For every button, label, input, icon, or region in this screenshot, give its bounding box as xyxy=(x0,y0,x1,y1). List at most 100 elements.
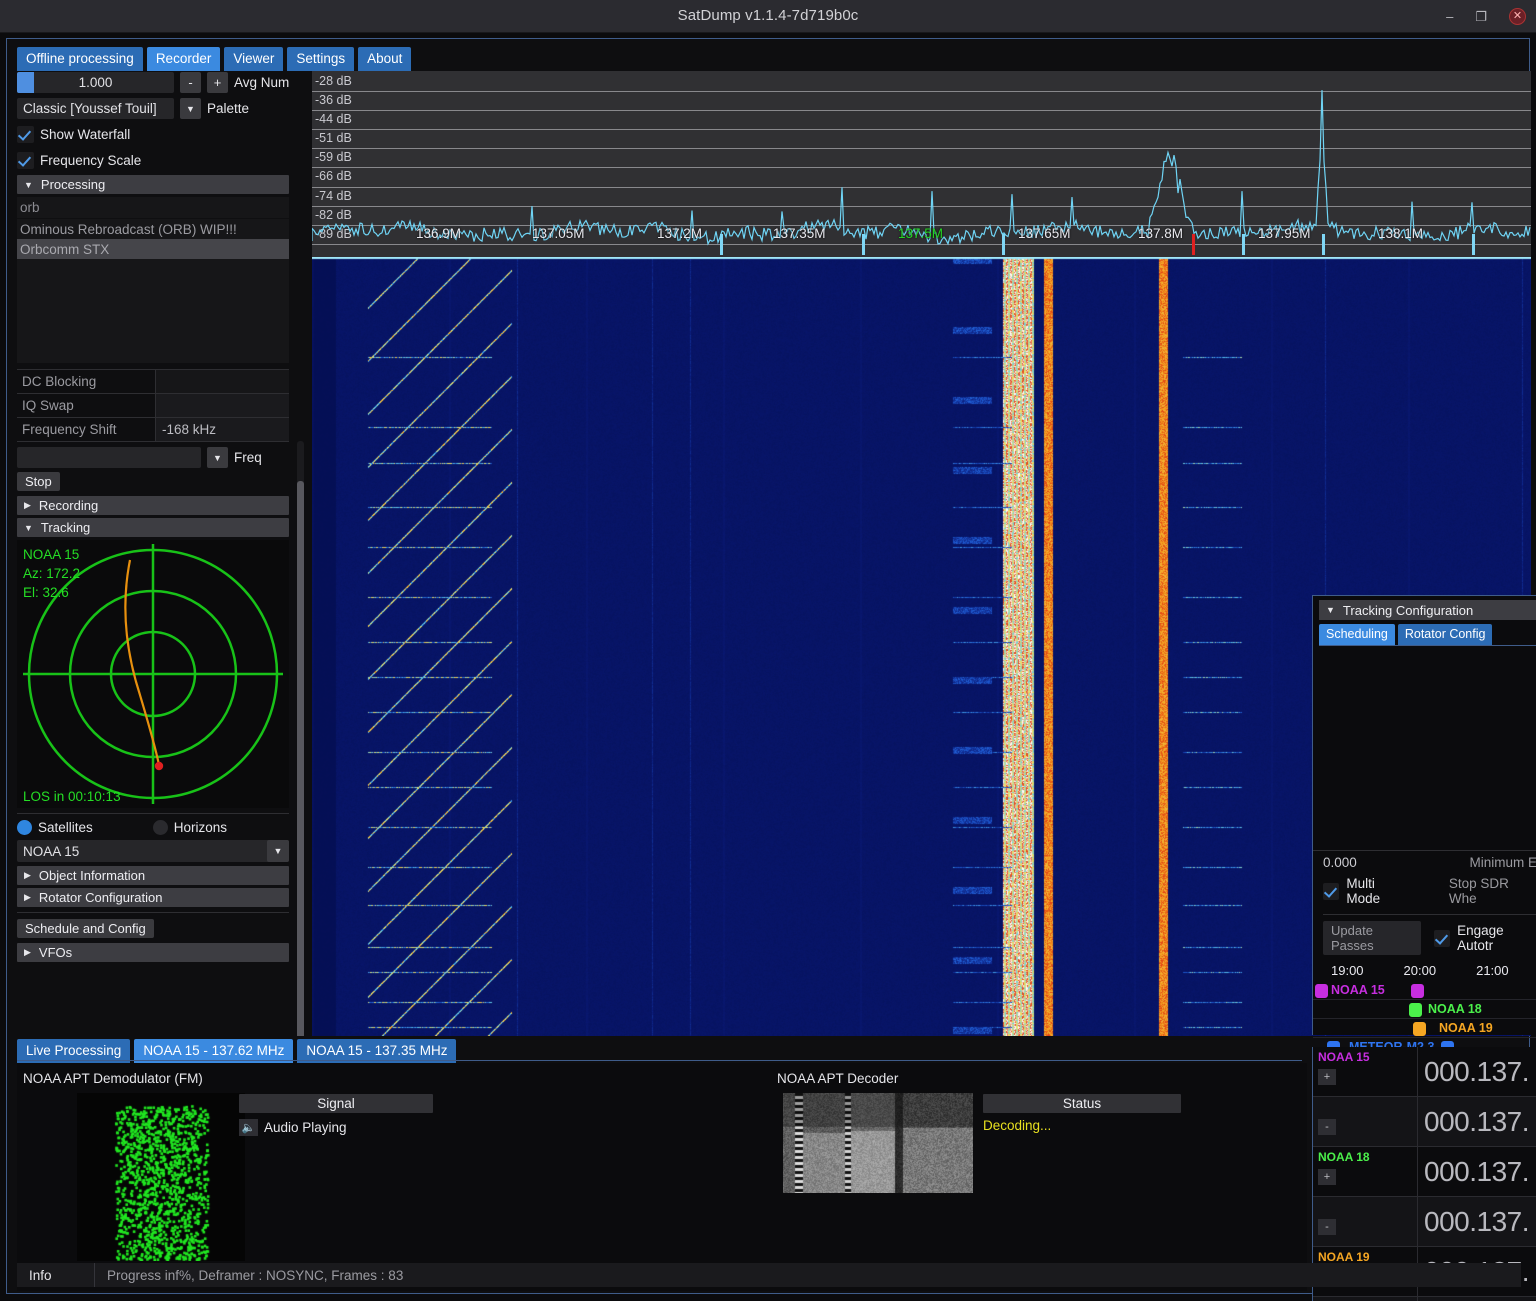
vfo-row[interactable]: -000.137. xyxy=(1313,1297,1536,1301)
vfo-row[interactable]: - 000.137. xyxy=(1313,1097,1536,1147)
speaker-icon[interactable]: 🔈 xyxy=(239,1119,258,1136)
tab-about[interactable]: About xyxy=(358,47,412,71)
vfo-frequency[interactable]: 000.137. xyxy=(1418,1047,1536,1096)
pipeline-filter-input[interactable]: orb xyxy=(17,197,289,219)
engage-autotrack-label: Engage Autotr xyxy=(1457,923,1504,953)
radio-horizons[interactable] xyxy=(152,820,168,835)
vfo-marker[interactable] xyxy=(862,234,865,255)
stop-button[interactable]: Stop xyxy=(17,472,60,491)
frequency-scale-label: Frequency Scale xyxy=(40,153,142,168)
vfo-row[interactable]: NOAA 15 +000.137. xyxy=(1313,1047,1536,1097)
title-bar: SatDump v1.1.4-7d719b0c – ❐ ✕ xyxy=(0,0,1536,33)
update-passes-button[interactable]: Update Passes xyxy=(1323,921,1422,955)
vfo-decrease-button[interactable]: - xyxy=(1318,1219,1336,1235)
vfo-frequency[interactable]: 000.137. xyxy=(1418,1147,1536,1196)
vfo-decrease-button[interactable]: - xyxy=(1318,1119,1336,1135)
show-waterfall-checkbox[interactable] xyxy=(17,126,34,143)
radio-satellites[interactable] xyxy=(17,820,32,835)
signal-button[interactable]: Signal xyxy=(239,1094,433,1113)
fft-spectrum[interactable]: -28 dB -36 dB -44 dB -51 dB -59 dB -66 d… xyxy=(312,71,1531,257)
list-item[interactable]: Ominous Rebroadcast (ORB) WIP!!! xyxy=(17,219,289,239)
processing-header[interactable]: ▼ Processing xyxy=(17,175,289,194)
multi-mode-checkbox[interactable] xyxy=(1323,882,1340,900)
rotator-configuration-header[interactable]: ▶ Rotator Configuration xyxy=(17,888,289,907)
vfo-marker[interactable] xyxy=(720,234,723,255)
vfo-frequency[interactable]: 000.137. xyxy=(1418,1297,1536,1301)
vfo-row[interactable]: - 000.137. xyxy=(1313,1197,1536,1247)
minimize-button[interactable]: – xyxy=(1446,10,1453,23)
freq-select[interactable] xyxy=(17,447,201,468)
tracking-header[interactable]: ▼ Tracking xyxy=(17,518,289,537)
tab-rotator-config[interactable]: Rotator Config xyxy=(1397,624,1493,645)
vfo-frequency[interactable]: 000.137. xyxy=(1418,1197,1536,1246)
vfo-row[interactable]: NOAA 18 +000.137. xyxy=(1313,1147,1536,1197)
frequency-scale-row[interactable]: Frequency Scale xyxy=(17,149,304,172)
pass-row[interactable]: NOAA 19 xyxy=(1313,1019,1536,1038)
minimum-elevation-value[interactable]: 0.000 xyxy=(1323,855,1357,870)
param-value[interactable]: -168 kHz xyxy=(156,418,289,441)
vfo-marker[interactable] xyxy=(1002,234,1005,255)
pass-row[interactable]: NOAA 18 xyxy=(1313,1000,1536,1019)
polar-elevation: El: 32.6 xyxy=(23,585,69,600)
vfo-increase-button[interactable]: + xyxy=(1318,1169,1336,1185)
vfo-left-cell: NOAA 18 + xyxy=(1313,1147,1418,1196)
vfos-header-label: VFOs xyxy=(38,945,73,960)
param-key: Frequency Shift xyxy=(17,418,156,441)
table-row[interactable]: Frequency Shift -168 kHz xyxy=(17,418,289,442)
vfo-increase-button[interactable]: + xyxy=(1318,1069,1336,1085)
tab-recorder[interactable]: Recorder xyxy=(146,47,221,71)
scheduling-list[interactable] xyxy=(1313,646,1536,844)
parameters-table: DC Blocking IQ Swap Frequency Shift -168… xyxy=(17,369,289,442)
engage-autotrack-checkbox[interactable] xyxy=(1434,929,1451,947)
avg-num-minus-button[interactable]: - xyxy=(180,72,201,93)
tab-viewer[interactable]: Viewer xyxy=(224,47,284,71)
list-item[interactable]: Orbcomm STX xyxy=(17,239,289,259)
param-value[interactable] xyxy=(156,370,289,393)
show-waterfall-row[interactable]: Show Waterfall xyxy=(17,123,304,146)
avg-num-slider[interactable] xyxy=(17,72,34,93)
tab-offline-processing[interactable]: Offline processing xyxy=(17,47,143,71)
param-value[interactable] xyxy=(156,394,289,417)
sidebar-scrollbar[interactable] xyxy=(297,441,304,1036)
pass-block[interactable] xyxy=(1411,984,1424,998)
vfos-header[interactable]: ▶ VFOs xyxy=(17,943,289,962)
avg-num-label: Avg Num xyxy=(234,75,290,90)
tab-settings[interactable]: Settings xyxy=(287,47,355,71)
main-frame: Offline processing Recorder Viewer Setti… xyxy=(6,38,1536,1301)
vfo-marker[interactable] xyxy=(1472,234,1475,255)
pass-label: NOAA 15 xyxy=(1331,983,1385,997)
vfo-frequency[interactable]: 000.137. xyxy=(1418,1097,1536,1146)
chevron-down-icon[interactable]: ▼ xyxy=(180,98,201,119)
chevron-down-icon[interactable]: ▼ xyxy=(207,447,228,468)
vfo-marker[interactable] xyxy=(1192,234,1195,255)
status-button[interactable]: Status xyxy=(983,1094,1181,1113)
object-information-header[interactable]: ▶ Object Information xyxy=(17,866,289,885)
recording-header-label: Recording xyxy=(38,498,99,513)
recording-header[interactable]: ▶ Recording xyxy=(17,496,289,515)
schedule-and-config-button[interactable]: Schedule and Config xyxy=(17,919,154,938)
vfo-marker[interactable] xyxy=(1322,234,1325,255)
table-row[interactable]: IQ Swap xyxy=(17,394,289,418)
chevron-down-icon[interactable]: ▼ xyxy=(267,840,289,862)
satdump-app: SatDump v1.1.4-7d719b0c – ❐ ✕ Offline pr… xyxy=(0,0,1536,1301)
pass-row[interactable]: NOAA 15 xyxy=(1313,981,1536,1000)
tab-scheduling[interactable]: Scheduling xyxy=(1319,624,1395,645)
palette-select[interactable]: Classic [Youssef Touil] xyxy=(17,98,174,119)
window-controls: – ❐ ✕ xyxy=(1446,0,1526,33)
avg-num-plus-button[interactable]: + xyxy=(207,72,228,93)
tracking-configuration-header[interactable]: ▼ Tracking Configuration xyxy=(1319,600,1536,620)
close-icon[interactable]: ✕ xyxy=(1509,8,1526,25)
table-row[interactable]: DC Blocking xyxy=(17,370,289,394)
tracking-configuration-panel: ▼ Tracking Configuration Scheduling Rota… xyxy=(1312,595,1536,1076)
vfo-marker[interactable] xyxy=(1242,234,1245,255)
maximize-button[interactable]: ❐ xyxy=(1475,10,1487,23)
avg-num-input[interactable]: 1.000 xyxy=(17,72,174,93)
pass-block[interactable] xyxy=(1409,1003,1422,1017)
pass-block[interactable] xyxy=(1315,984,1328,998)
satellite-select[interactable]: NOAA 15 ▼ xyxy=(17,840,289,862)
timeline-hour: 21:00 xyxy=(1476,963,1509,978)
polar-plot[interactable]: NOAA 15 Az: 172.2 El: 32.6 LOS in 00:10:… xyxy=(17,540,289,808)
pass-block[interactable] xyxy=(1413,1022,1426,1036)
frequency-scale-checkbox[interactable] xyxy=(17,152,34,169)
sidebar-scroll-thumb[interactable] xyxy=(297,481,304,1036)
